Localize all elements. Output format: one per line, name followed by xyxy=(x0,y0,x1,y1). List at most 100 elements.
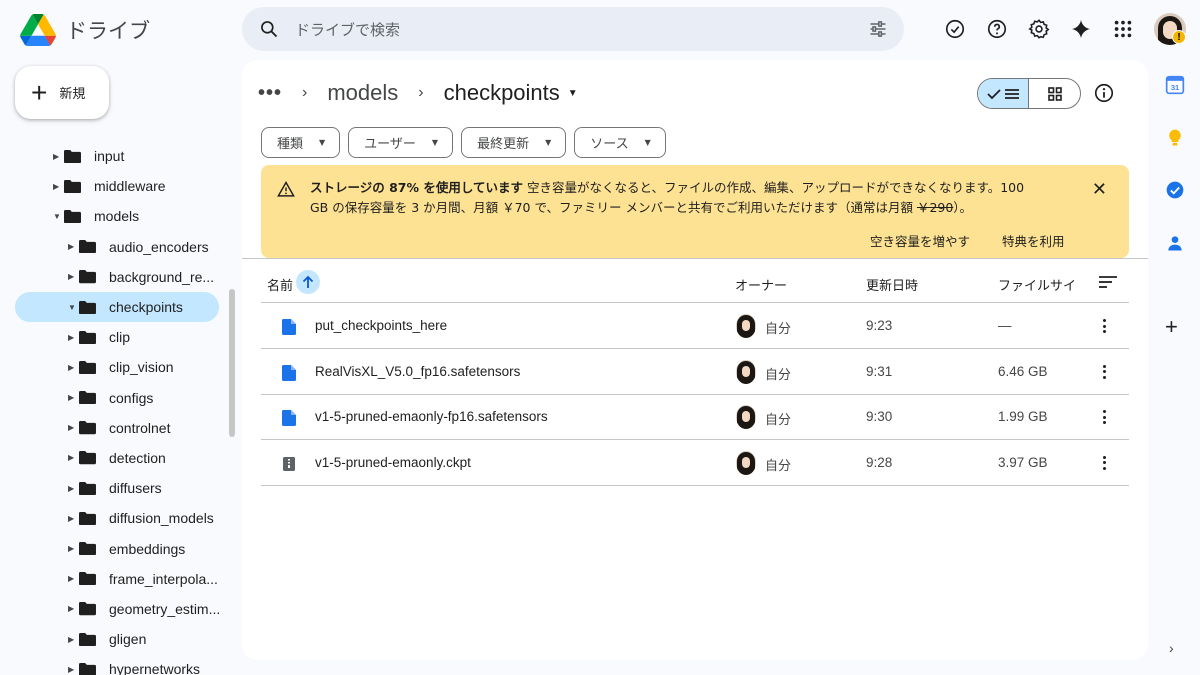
sidebar-item-configs[interactable]: ▶ configs xyxy=(0,383,228,413)
close-icon[interactable]: ✕ xyxy=(1092,179,1107,200)
sidebar-item-label: detection xyxy=(109,449,166,466)
settings-button[interactable] xyxy=(1022,12,1055,45)
sidebar-item-clip[interactable]: ▶ clip xyxy=(0,322,228,352)
drive-logo[interactable]: ドライブ xyxy=(20,12,150,48)
caret-right-icon[interactable]: ▶ xyxy=(68,514,74,523)
caret-right-icon[interactable]: ▶ xyxy=(68,333,74,342)
sidebar-item-label: frame_interpola... xyxy=(109,570,218,587)
filter-people[interactable]: ユーザー ▼ xyxy=(348,127,454,158)
caret-right-icon[interactable]: ▶ xyxy=(68,423,74,432)
sidebar-item-label: clip xyxy=(109,329,131,346)
breadcrumb-current[interactable]: checkpoints xyxy=(444,80,560,106)
settings-icon xyxy=(1027,18,1050,39)
free-space-button[interactable]: 空き容量を増やす xyxy=(870,231,970,250)
sidebar-item-embeddings[interactable]: ▶ embeddings xyxy=(0,533,228,563)
caret-right-icon[interactable]: ▶ xyxy=(53,182,59,191)
account-warning-icon: ! xyxy=(1172,30,1186,44)
column-name[interactable]: 名前 xyxy=(267,275,293,294)
file-name[interactable]: v1-5-pruned-emaonly.ckpt xyxy=(315,455,471,470)
caret-right-icon[interactable]: ▶ xyxy=(68,453,74,462)
table-row[interactable]: v1-5-pruned-emaonly.ckpt 自分 9:28 3.97 GB xyxy=(261,441,1129,486)
sidebar-item-diffusers[interactable]: ▶ diffusers xyxy=(0,473,228,503)
caret-right-icon[interactable]: ▶ xyxy=(53,152,59,161)
gemini-button[interactable] xyxy=(1064,12,1097,45)
table-row[interactable]: put_checkpoints_here 自分 9:23 — xyxy=(261,304,1129,349)
use-offer-button[interactable]: 特典を利用 xyxy=(1002,231,1065,250)
sidebar-item-label: controlnet xyxy=(109,419,171,436)
table-row[interactable]: RealVisXL_V5.0_fp16.safetensors 自分 9:31 6.4… xyxy=(261,350,1129,395)
filter-type[interactable]: 種類 ▼ xyxy=(261,127,341,158)
more-options-icon[interactable] xyxy=(1097,407,1111,427)
folder-icon xyxy=(79,391,96,405)
breadcrumb-overflow-button[interactable]: ••• xyxy=(258,82,282,105)
caret-right-icon[interactable]: ▶ xyxy=(68,544,74,553)
apps-button[interactable] xyxy=(1106,12,1139,45)
sidebar-item-clip-vision[interactable]: ▶ clip_vision xyxy=(0,352,228,382)
sort-ascending-icon[interactable] xyxy=(296,270,320,294)
offline-check-button[interactable] xyxy=(938,12,971,45)
sidebar-item-middleware[interactable]: ▶ middleware xyxy=(0,171,228,201)
sidebar-item-audio-encoders[interactable]: ▶ audio_encoders xyxy=(0,232,228,262)
contacts-icon[interactable] xyxy=(1165,233,1185,253)
caret-down-icon[interactable]: ▼ xyxy=(68,303,76,312)
more-options-icon[interactable] xyxy=(1097,453,1111,473)
caret-right-icon[interactable]: ▶ xyxy=(68,604,74,613)
sidebar-item-label: configs xyxy=(109,389,154,406)
file-name[interactable]: RealVisXL_V5.0_fp16.safetensors xyxy=(315,364,520,379)
caret-right-icon[interactable]: ▶ xyxy=(68,635,74,644)
table-row[interactable]: v1-5-pruned-emaonly-fp16.safetensors 自分 9:… xyxy=(261,395,1129,440)
sidebar-item-checkpoints[interactable]: ▼ checkpoints xyxy=(15,291,219,323)
chevron-right-icon[interactable]: › xyxy=(1169,640,1174,656)
breadcrumb-parent[interactable]: models xyxy=(327,80,398,106)
sidebar-item-input[interactable]: ▶ input xyxy=(0,141,228,171)
grid-view-button[interactable] xyxy=(1029,79,1080,108)
info-icon[interactable] xyxy=(1093,82,1115,104)
sidebar-item-frame-interpola[interactable]: ▶ frame_interpola... xyxy=(0,564,228,594)
sidebar-item-controlnet[interactable]: ▶ controlnet xyxy=(0,413,228,443)
caret-right-icon[interactable]: ▶ xyxy=(68,484,74,493)
sidebar-item-hypernetworks[interactable]: ▶ hypernetworks xyxy=(0,654,228,675)
sidebar-item-label: models xyxy=(94,208,140,225)
sidebar-item-diffusion-models[interactable]: ▶ diffusion_models xyxy=(0,503,228,533)
caret-right-icon[interactable]: ▶ xyxy=(68,665,74,674)
caret-right-icon[interactable]: ▶ xyxy=(68,272,74,281)
sidebar-item-detection[interactable]: ▶ detection xyxy=(0,443,228,473)
calendar-icon[interactable]: 31 xyxy=(1165,75,1185,95)
caret-down-icon[interactable]: ▼ xyxy=(53,212,61,221)
tasks-icon[interactable] xyxy=(1165,180,1185,200)
sort-options-icon[interactable] xyxy=(1098,274,1118,290)
add-addon-icon[interactable]: + xyxy=(1165,316,1178,338)
help-button[interactable] xyxy=(980,12,1013,45)
search-options-icon[interactable] xyxy=(868,19,888,39)
more-options-icon[interactable] xyxy=(1097,362,1111,382)
search-input[interactable]: ドライブで検索 xyxy=(295,19,400,40)
file-name[interactable]: put_checkpoints_here xyxy=(315,318,447,333)
caret-down-icon[interactable]: ▼ xyxy=(568,88,578,99)
file-name[interactable]: v1-5-pruned-emaonly-fp16.safetensors xyxy=(315,409,548,424)
caret-right-icon[interactable]: ▶ xyxy=(68,363,74,372)
keep-icon[interactable] xyxy=(1165,128,1185,148)
caret-right-icon[interactable]: ▶ xyxy=(68,393,74,402)
filter-modified[interactable]: 最終更新 ▼ xyxy=(461,127,567,158)
folder-tree: ▶ input ▶ middleware ▼ models ▶ audio_encoders ▶… xyxy=(0,141,228,675)
banner-line2: GB の保存容量を 3 か月間、月額 ￥70 で、ファミリー メンバーと共有でご… xyxy=(310,200,917,215)
search-bar[interactable]: ドライブで検索 xyxy=(242,7,904,51)
caret-right-icon[interactable]: ▶ xyxy=(68,242,74,251)
filter-source[interactable]: ソース ▼ xyxy=(574,127,666,158)
caret-right-icon[interactable]: ▶ xyxy=(68,574,74,583)
search-icon[interactable] xyxy=(259,19,279,39)
sidebar-scrollbar[interactable] xyxy=(229,289,235,437)
sidebar-item-gligen[interactable]: ▶ gligen xyxy=(0,624,228,654)
list-view-button[interactable] xyxy=(978,79,1030,108)
column-modified[interactable]: 更新日時 xyxy=(866,275,918,294)
new-button[interactable]: + 新規 xyxy=(15,66,109,119)
owner-avatar xyxy=(736,314,756,338)
sidebar-item-geometry-estim[interactable]: ▶ geometry_estim... xyxy=(0,594,228,624)
owner-avatar xyxy=(736,450,756,475)
more-options-icon[interactable] xyxy=(1097,316,1111,336)
banner-bold: ストレージの 87% を使用しています xyxy=(310,180,523,195)
column-owner[interactable]: オーナー xyxy=(735,275,787,294)
column-size[interactable]: ファイルサイ xyxy=(998,275,1076,294)
sidebar-item-models[interactable]: ▼ models xyxy=(0,201,228,231)
sidebar-item-background-re[interactable]: ▶ background_re... xyxy=(0,262,228,292)
